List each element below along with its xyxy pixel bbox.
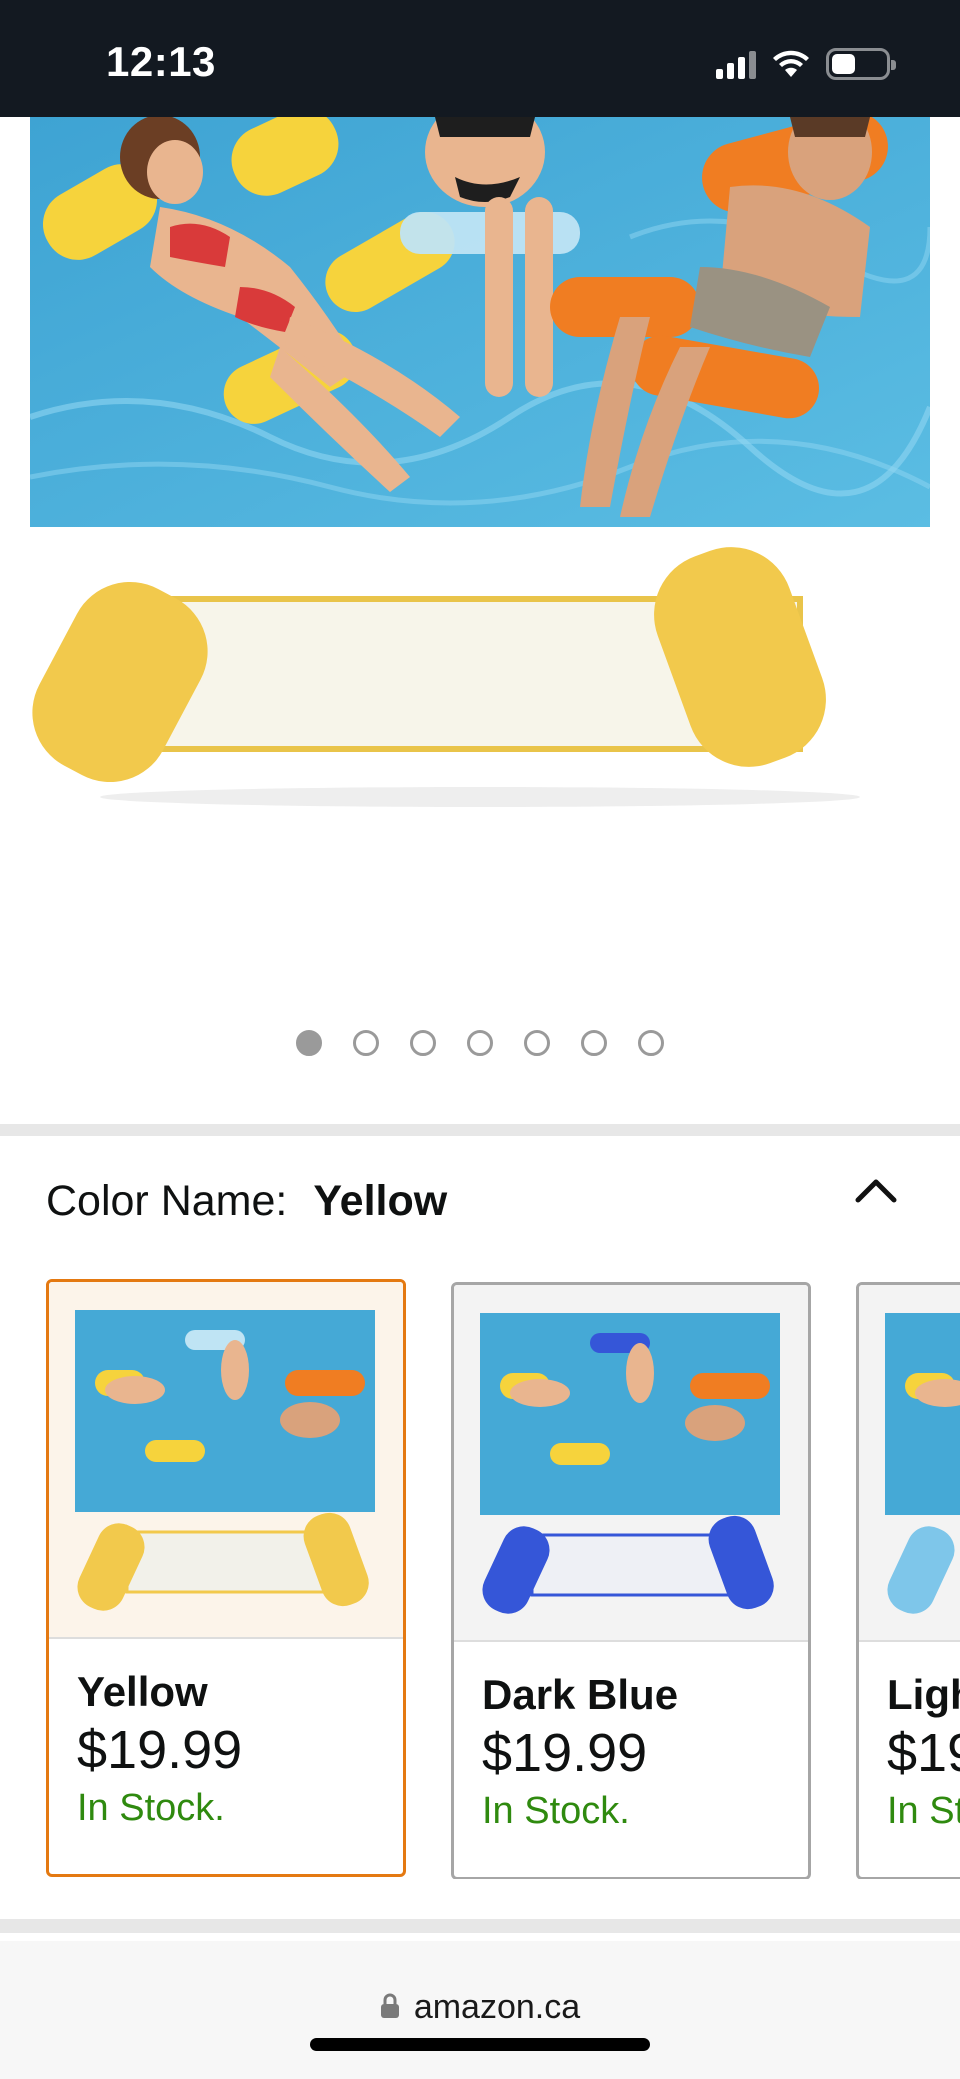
url-text: amazon.ca: [413, 1988, 581, 2026]
product-float-image: [30, 527, 930, 827]
battery-icon: [826, 48, 896, 80]
swatch-thumbnail: [454, 1285, 808, 1642]
product-main-image[interactable]: [30, 117, 930, 527]
swatch-float-image: [462, 1515, 792, 1625]
swatch-float-image: [867, 1515, 960, 1625]
swatch-card-light-blue[interactable]: Light Blue $19.99 In Stock.: [856, 1282, 960, 1879]
swatch-thumbnail: [49, 1282, 403, 1639]
image-carousel-dots: [0, 1030, 960, 1056]
swatch-name: Light Blue: [887, 1671, 960, 1718]
carousel-dot[interactable]: [524, 1030, 550, 1056]
carousel-dot[interactable]: [467, 1030, 493, 1056]
section-divider: [0, 1124, 960, 1136]
swatch-card-dark-blue[interactable]: Dark Blue $19.99 In Stock.: [451, 1282, 811, 1879]
swatch-name: Dark Blue: [482, 1671, 679, 1718]
swatch-thumbnail: [859, 1285, 960, 1642]
chevron-up-icon: [855, 1179, 897, 1203]
swatch-price: $19.99: [482, 1723, 648, 1784]
swatch-name: Yellow: [77, 1668, 208, 1715]
variation-selected-value: Yellow: [313, 1177, 448, 1225]
address-display[interactable]: amazon.ca: [0, 1988, 960, 2027]
swatch-pool-image: [885, 1313, 960, 1515]
swatch-card-yellow[interactable]: Yellow $19.99 In Stock.: [46, 1279, 406, 1877]
variation-header: Color Name: Yellow: [46, 1177, 447, 1226]
collapse-variations-button[interactable]: [846, 1168, 906, 1216]
carousel-dot[interactable]: [296, 1030, 322, 1056]
swatch-pool-image: [75, 1310, 375, 1512]
swatch-price: $19.99: [887, 1723, 960, 1784]
home-indicator[interactable]: [310, 2038, 650, 2051]
swatch-stock-status: In Stock.: [482, 1790, 630, 1833]
variation-label: Color Name:: [46, 1177, 288, 1225]
pool-scene-image: [30, 117, 930, 527]
status-icons: [716, 44, 896, 84]
carousel-dot[interactable]: [638, 1030, 664, 1056]
carousel-dot[interactable]: [353, 1030, 379, 1056]
wifi-icon: [773, 50, 809, 77]
swatch-pool-image: [480, 1313, 780, 1515]
carousel-dot[interactable]: [581, 1030, 607, 1056]
status-bar: 12:13: [0, 0, 960, 117]
swatch-price: $19.99: [77, 1720, 243, 1781]
status-time: 12:13: [106, 38, 216, 85]
cellular-signal-icon: [716, 49, 756, 79]
swatch-float-image: [57, 1512, 387, 1622]
carousel-dot[interactable]: [410, 1030, 436, 1056]
swatch-stock-status: In Stock.: [887, 1790, 960, 1833]
swatch-stock-status: In Stock.: [77, 1787, 225, 1830]
section-divider: [0, 1919, 960, 1933]
lock-icon: [380, 1993, 399, 2019]
color-swatch-list: Yellow $19.99 In Stock. Dark Blue $19.99…: [0, 1279, 960, 1879]
